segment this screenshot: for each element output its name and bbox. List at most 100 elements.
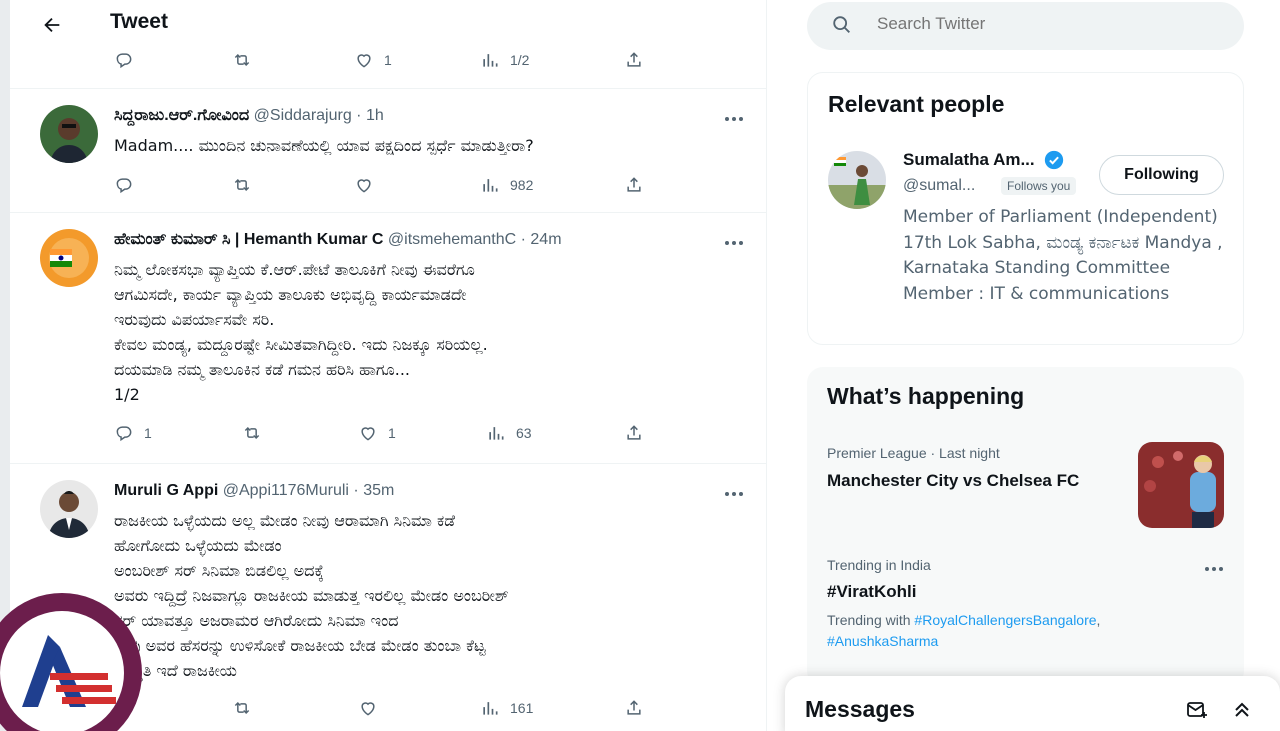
trend-title: #ViratKohli: [827, 582, 917, 601]
heart-icon: [357, 179, 371, 193]
search-icon: [833, 16, 850, 33]
more-icon[interactable]: [721, 109, 747, 129]
back-arrow-icon[interactable]: [40, 13, 64, 37]
tweet[interactable]: ಸಿದ್ದರಾಜು.ಆರ್.ಗೋವಿಂದ @Siddarajurg · 1h M…: [10, 88, 766, 212]
more-icon[interactable]: [1204, 557, 1224, 576]
verified-badge-icon: [1044, 150, 1063, 170]
share-button[interactable]: [624, 50, 644, 70]
author-handle: @Appi1176Muruli · 35m: [222, 482, 395, 499]
author-handle: @Siddarajurg · 1h: [253, 107, 384, 124]
follows-you-badge: Follows you: [1001, 177, 1077, 195]
author-handle: @itsmehemanthC · 24m: [387, 231, 562, 248]
tweet-actions: 982: [10, 175, 766, 201]
page-title: Tweet: [110, 10, 168, 33]
retweet-button[interactable]: [232, 698, 252, 718]
like-button[interactable]: [354, 175, 374, 195]
share-button[interactable]: [624, 698, 644, 718]
share-button[interactable]: [624, 175, 644, 195]
like-count: 1: [388, 425, 396, 441]
right-sidebar: Relevant people Sumalatha Am... @sumal..…: [790, 0, 1280, 731]
like-count: 1: [384, 52, 392, 68]
like-button[interactable]: [358, 698, 378, 718]
retweet-button[interactable]: [242, 423, 262, 443]
author-name[interactable]: Muruli G Appi: [114, 482, 218, 499]
share-button[interactable]: [624, 423, 644, 443]
avatar[interactable]: [828, 151, 886, 209]
views-icon: [483, 54, 498, 67]
views-button[interactable]: 982: [480, 175, 533, 195]
share-icon: [627, 425, 641, 440]
share-icon: [627, 177, 641, 192]
tweet-header: ಸಿದ್ದರಾಜು.ಆರ್.ಗೋವಿಂದ @Siddarajurg · 1h: [114, 107, 384, 125]
person-name-row: Sumalatha Am...: [903, 149, 1065, 171]
avatar[interactable]: [40, 480, 98, 538]
retweet-icon: [234, 178, 250, 192]
page-header: Tweet: [10, 0, 766, 50]
views-icon: [489, 427, 504, 440]
trend-thumbnail: [1138, 442, 1224, 528]
new-message-icon[interactable]: [1185, 698, 1209, 722]
tweet-text: ರಾಜಕೀಯ ಒಳ್ಳೆಯದು ಅಲ್ಲ ಮೇಡಂ ನೀವು ಆರಾಮಾಗಿ ಸ…: [114, 511, 509, 680]
search-input[interactable]: [877, 14, 1217, 34]
more-icon[interactable]: [721, 484, 747, 504]
heart-icon: [361, 702, 375, 716]
views-button[interactable]: 1/2: [480, 50, 529, 70]
reply-icon: [116, 178, 132, 194]
reply-button[interactable]: 1: [114, 423, 152, 443]
tweet-actions: 1 1 63: [10, 423, 766, 449]
retweet-icon: [244, 426, 260, 440]
hashtag-link[interactable]: #AnushkaSharma: [827, 633, 938, 649]
messages-title: Messages: [805, 696, 915, 722]
views-count: 63: [516, 425, 532, 441]
tweet-text: ನಿಮ್ಮ ಲೋಕಸಭಾ ವ್ಯಾಪ್ತಿಯ ಕೆ.ಆರ್.ಪೇಟೆ ತಾಲೂಕ…: [114, 260, 488, 404]
avatar[interactable]: [40, 105, 98, 163]
reply-button[interactable]: [114, 50, 134, 70]
like-button[interactable]: 1: [358, 423, 396, 443]
retweet-icon: [234, 53, 250, 67]
trending-with: Trending with #RoyalChallengersBangalore…: [827, 612, 1101, 649]
person-bio: Member of Parliament (Independent) 17th …: [903, 207, 1223, 304]
logo-icon: [22, 635, 116, 707]
tweet-text: Madam.... ಮುಂದಿನ ಚುನಾವಣೆಯಲ್ಲಿ ಯಾವ ಪಕ್ಷದಿ…: [114, 136, 534, 155]
tweet[interactable]: ಹೇಮಂತ್ ಕುಮಾರ್ ಸಿ | Hemanth Kumar C @itsm…: [10, 212, 766, 463]
views-icon: [483, 702, 498, 715]
views-button[interactable]: 63: [486, 423, 532, 443]
whats-happening-card: What’s happening Premier League · Last n…: [807, 367, 1244, 687]
search-bar[interactable]: [807, 2, 1244, 50]
heart-icon: [361, 427, 375, 441]
messages-drawer[interactable]: Messages: [785, 676, 1280, 731]
reply-icon: [116, 426, 132, 442]
trend-meta: Trending in India: [827, 557, 931, 573]
expand-icon[interactable]: [1230, 698, 1254, 722]
share-icon: [627, 700, 641, 715]
tweet-header: ಹೇಮಂತ್ ಕುಮಾರ್ ಸಿ | Hemanth Kumar C @itsm…: [114, 231, 562, 249]
hashtag-link[interactable]: #RoyalChallengersBangalore: [914, 612, 1096, 628]
retweet-button[interactable]: [232, 50, 252, 70]
author-name[interactable]: ಸಿದ್ದರಾಜು.ಆರ್.ಗೋವಿಂದ: [114, 107, 249, 124]
trend-title: Manchester City vs Chelsea FC: [827, 471, 1080, 490]
reply-icon: [116, 53, 132, 69]
more-icon[interactable]: [721, 233, 747, 253]
person-name[interactable]: Sumalatha Am...: [903, 150, 1035, 170]
views-button[interactable]: 161: [480, 698, 533, 718]
tweet-header: Muruli G Appi @Appi1176Muruli · 35m: [114, 482, 394, 500]
following-button[interactable]: Following: [1099, 155, 1224, 195]
person-handle: @sumal...: [903, 177, 976, 194]
section-title: What’s happening: [827, 383, 1025, 409]
trend-meta: Premier League · Last night: [827, 445, 1000, 461]
avatar[interactable]: [40, 229, 98, 287]
section-title: Relevant people: [828, 91, 1005, 117]
views-count: 1/2: [510, 52, 530, 68]
reply-button[interactable]: [114, 175, 134, 195]
views-icon: [483, 179, 498, 192]
share-icon: [627, 52, 641, 67]
author-name[interactable]: ಹೇಮಂತ್ ಕುಮಾರ್ ಸಿ | Hemanth Kumar C: [114, 231, 383, 248]
heart-icon: [357, 54, 371, 68]
retweet-icon: [234, 701, 250, 715]
reply-count: 1: [144, 425, 152, 441]
logo-inner: [0, 611, 124, 731]
like-button[interactable]: 1: [354, 50, 392, 70]
views-count: 161: [510, 700, 534, 716]
top-action-bar: 1 1/2: [10, 50, 766, 76]
retweet-button[interactable]: [232, 175, 252, 195]
